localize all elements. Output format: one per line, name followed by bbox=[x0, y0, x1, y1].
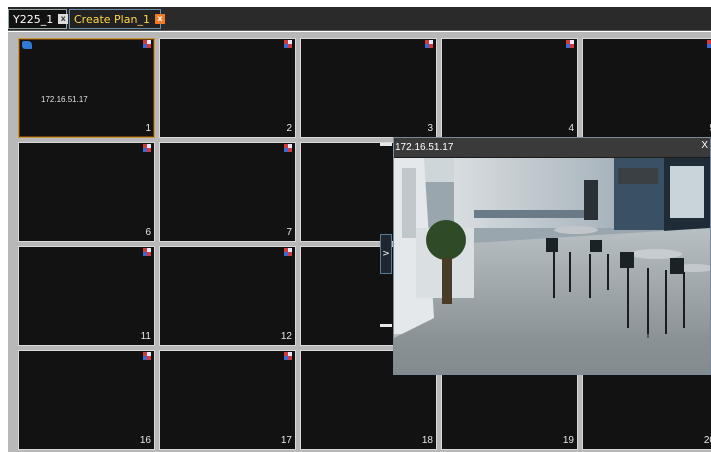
camera-status-icon bbox=[143, 352, 152, 360]
tab-y225[interactable]: Y225_1 x bbox=[8, 9, 69, 29]
cell-number: 3 bbox=[427, 123, 433, 134]
camera-cell[interactable]: 7 bbox=[159, 142, 296, 242]
camera-cell[interactable]: 16 bbox=[18, 350, 155, 450]
camera-cell[interactable]: 17 bbox=[159, 350, 296, 450]
window-title: 172.16.51.17 bbox=[394, 138, 710, 157]
camera-cell[interactable]: 11 bbox=[18, 246, 155, 346]
camera-cell[interactable]: 12 bbox=[159, 246, 296, 346]
window-title-text: 172.16.51.17 bbox=[395, 142, 454, 153]
camera-cell[interactable]: 5 bbox=[582, 38, 711, 138]
cell-number: 2 bbox=[286, 123, 292, 134]
tab-label: Y225_1 bbox=[13, 12, 54, 26]
camera-ip-label: 172.16.51.17 bbox=[41, 95, 88, 104]
camera-cell[interactable]: 4 bbox=[441, 38, 578, 138]
tab-label: Create Plan_1 bbox=[74, 12, 150, 26]
cell-number: 18 bbox=[421, 435, 433, 446]
live-view-window[interactable]: 172.16.51.17 X bbox=[393, 137, 711, 375]
camera-tag-icon bbox=[22, 41, 32, 49]
close-icon[interactable]: X bbox=[701, 140, 708, 151]
camera-cell[interactable]: 2 bbox=[159, 38, 296, 138]
camera-status-icon bbox=[284, 248, 293, 256]
close-icon[interactable]: x bbox=[154, 14, 165, 24]
camera-status-icon bbox=[143, 40, 152, 48]
close-icon[interactable]: x bbox=[58, 14, 69, 24]
camera-status-icon bbox=[143, 248, 152, 256]
cell-number: 20 bbox=[703, 435, 711, 446]
camera-status-icon bbox=[707, 40, 711, 48]
camera-video-feed bbox=[394, 158, 710, 374]
cell-number: 19 bbox=[562, 435, 574, 446]
cell-number: 7 bbox=[286, 227, 292, 238]
cell-number: 1 bbox=[145, 123, 151, 134]
camera-status-icon bbox=[284, 40, 293, 48]
camera-status-icon bbox=[284, 144, 293, 152]
expand-arrow-icon[interactable]: > bbox=[380, 234, 392, 274]
divider-marker bbox=[380, 324, 392, 327]
cell-number: 4 bbox=[568, 123, 574, 134]
cell-number: 6 bbox=[145, 227, 151, 238]
cell-number: 17 bbox=[280, 435, 292, 446]
camera-status-icon bbox=[143, 144, 152, 152]
camera-status-icon bbox=[284, 352, 293, 360]
plan-tab-bar: Y225_1 x Create Plan_1 x bbox=[8, 7, 711, 31]
camera-cell[interactable]: 172.16.51.17 1 bbox=[18, 38, 155, 138]
camera-cell[interactable]: 6 bbox=[18, 142, 155, 242]
camera-cell[interactable]: 3 bbox=[300, 38, 437, 138]
camera-status-icon bbox=[425, 40, 434, 48]
cell-number: 11 bbox=[140, 331, 151, 342]
camera-status-icon bbox=[566, 40, 575, 48]
cell-number: 12 bbox=[280, 331, 292, 342]
divider-marker bbox=[380, 143, 392, 146]
tab-create-plan[interactable]: Create Plan_1 x bbox=[69, 9, 165, 29]
cell-number: 16 bbox=[139, 435, 151, 446]
